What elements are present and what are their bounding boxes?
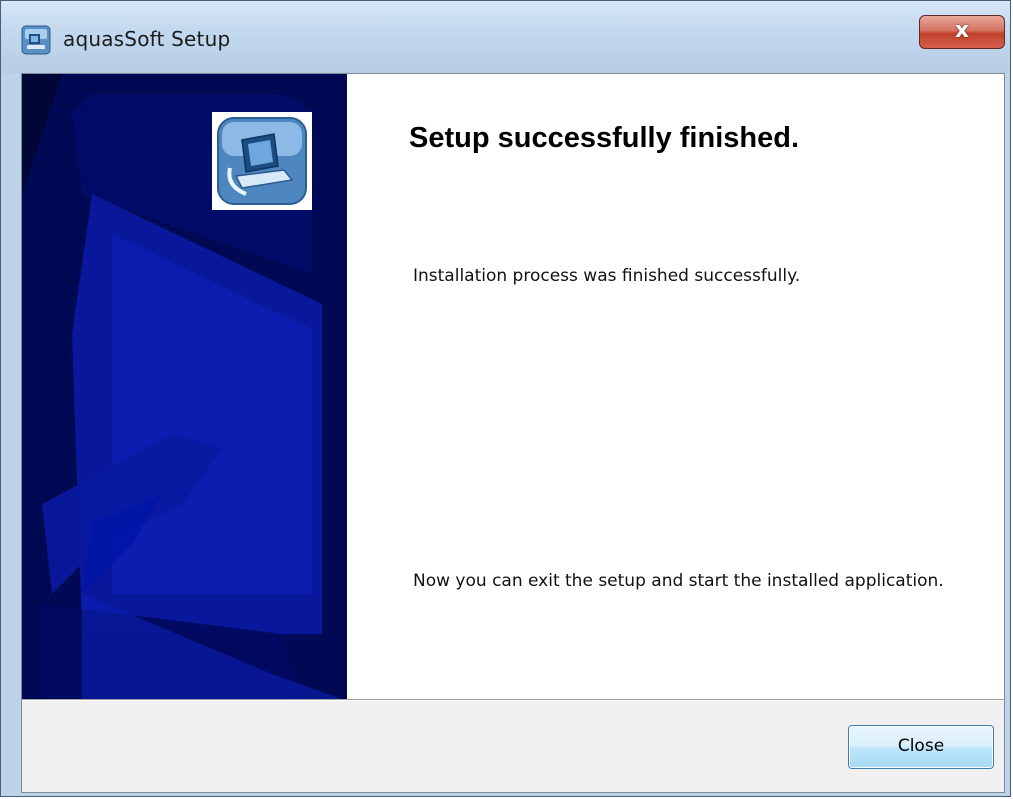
- title-bar[interactable]: aquasSoft Setup x: [1, 1, 1010, 73]
- setup-window: aquasSoft Setup x Setup successfully fin…: [0, 0, 1011, 797]
- page-title: Setup successfully finished.: [409, 122, 799, 154]
- status-message: Installation process was finished succes…: [413, 266, 801, 286]
- window-title: aquasSoft Setup: [63, 27, 231, 51]
- window-close-button[interactable]: x: [919, 15, 1005, 49]
- dialog-client-area: Setup successfully finished. Installatio…: [21, 73, 1005, 793]
- setup-sidebar-banner: [22, 74, 347, 699]
- close-button[interactable]: Close: [848, 725, 994, 769]
- button-bar: Close: [22, 701, 1004, 792]
- setup-app-icon: [21, 25, 51, 55]
- content-panel: Setup successfully finished. Installatio…: [347, 74, 1004, 699]
- close-icon: x: [954, 18, 970, 43]
- exit-instructions: Now you can exit the setup and start the…: [413, 571, 944, 591]
- installer-computer-icon: [212, 112, 312, 210]
